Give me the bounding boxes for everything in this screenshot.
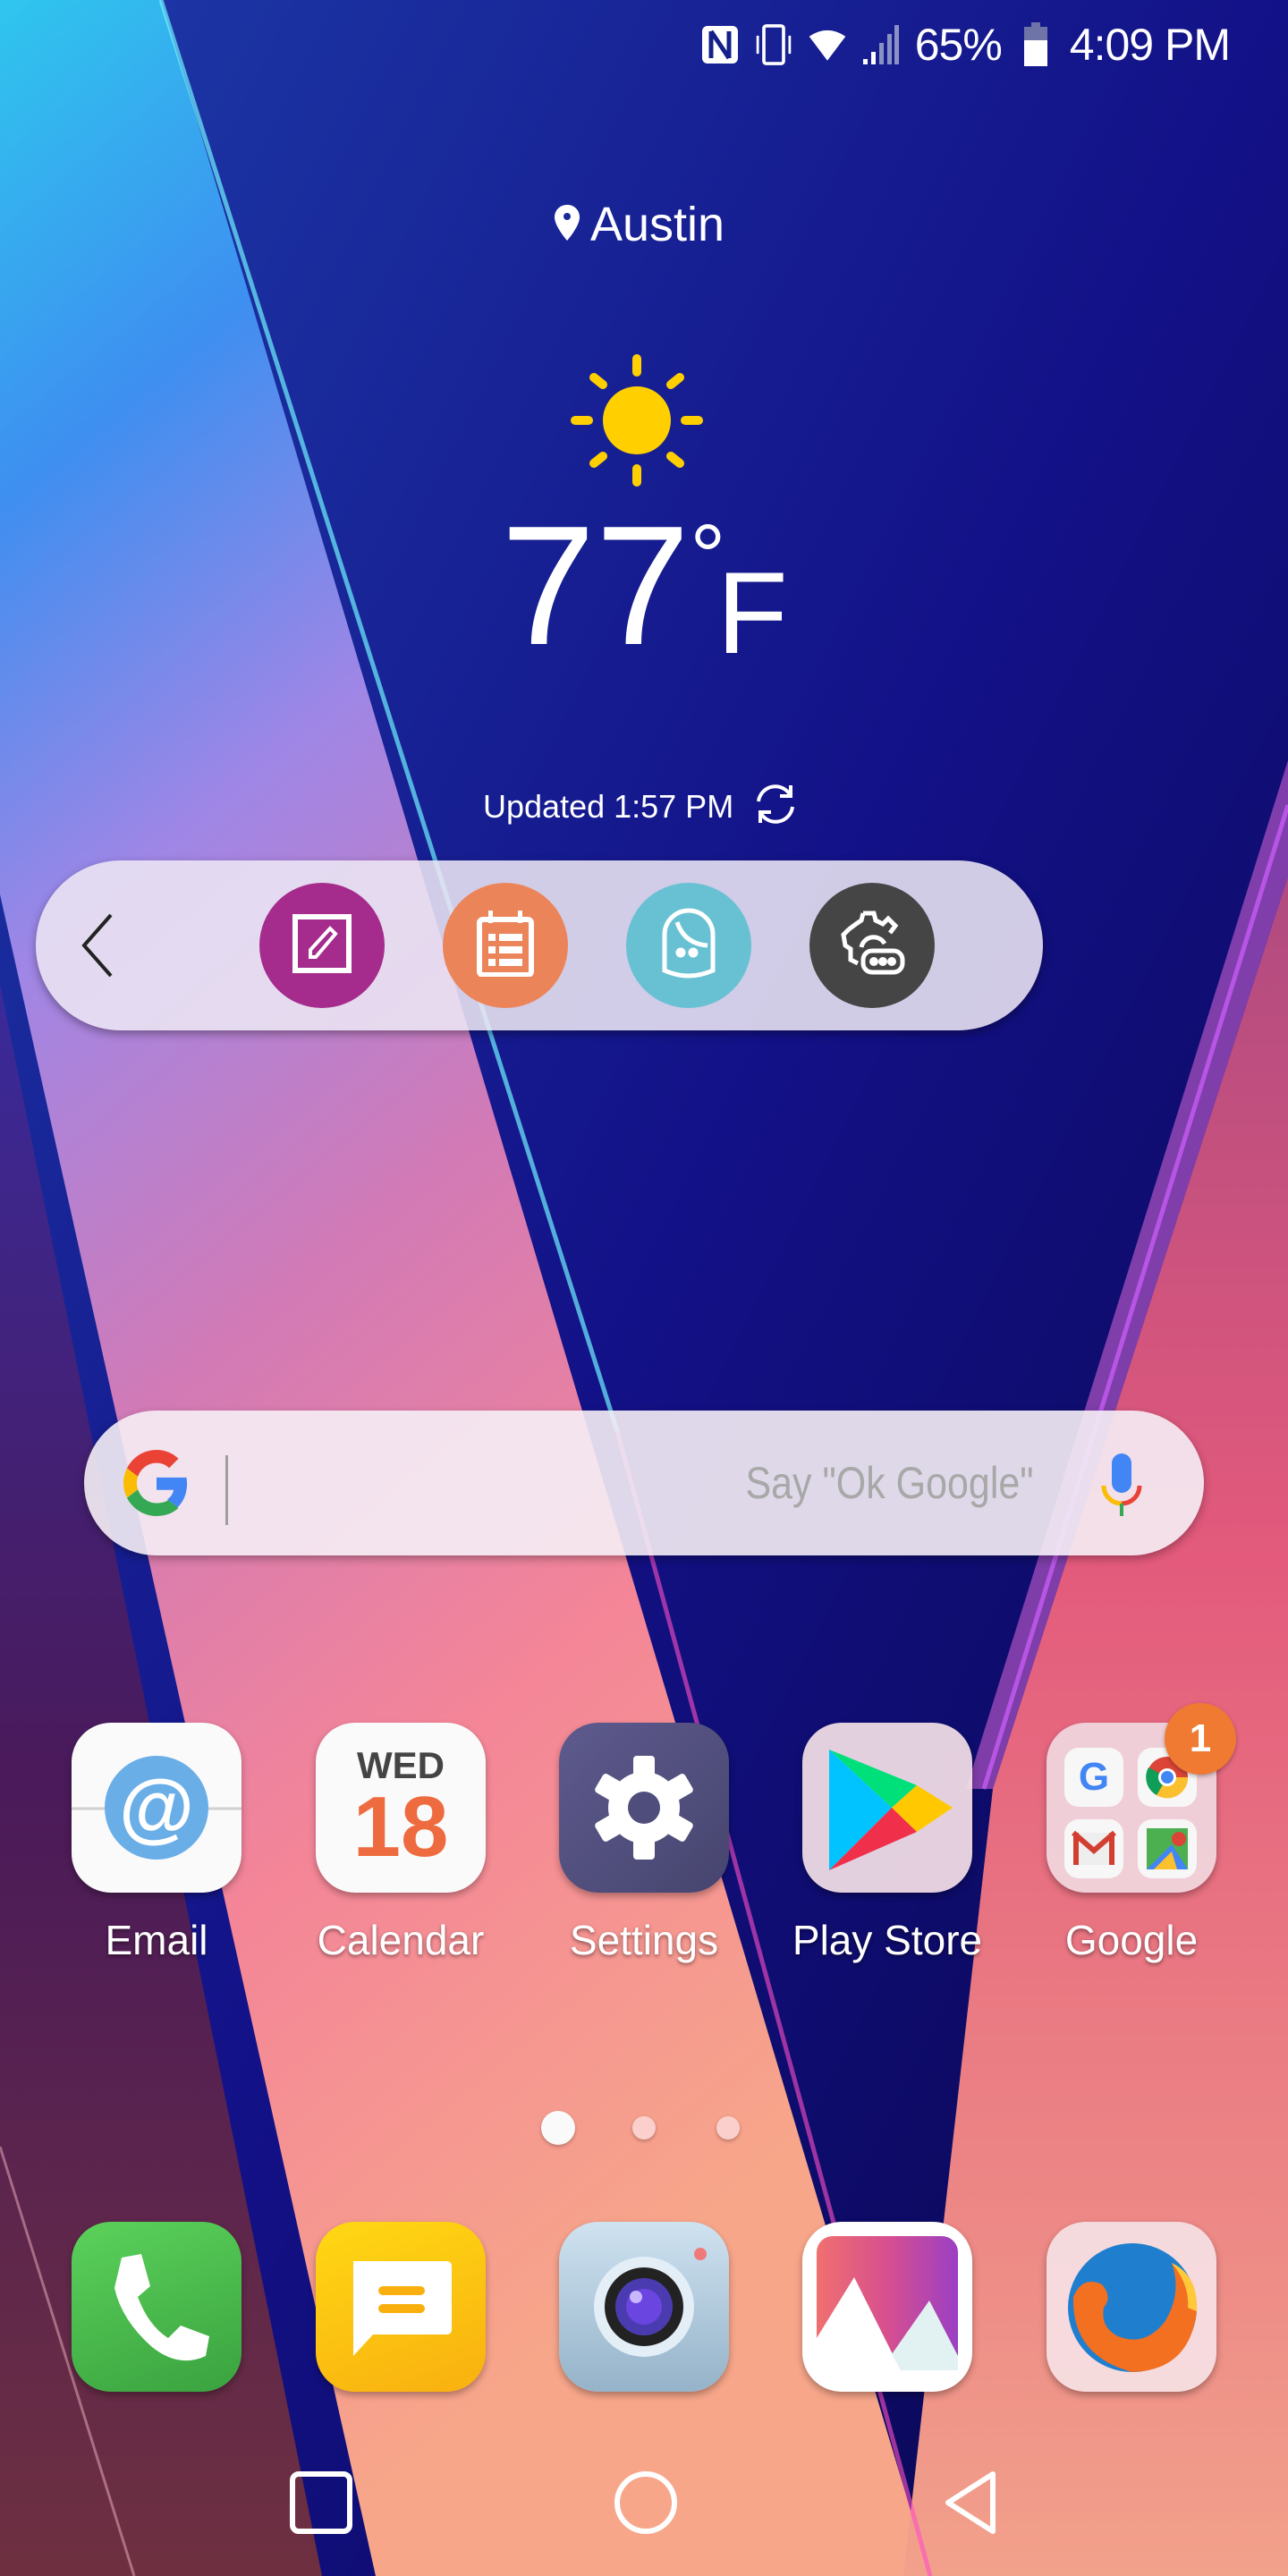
page-dot-active[interactable] [541, 2111, 575, 2145]
page-dot[interactable] [632, 2116, 656, 2140]
status-bar: 65% 4:09 PM [626, 0, 1288, 89]
floating-bar [36, 860, 1043, 1030]
nfc-icon [700, 23, 740, 66]
text-cursor [225, 1455, 228, 1525]
back-button[interactable] [917, 2451, 1024, 2558]
app-email[interactable]: @ Email [72, 1723, 242, 1964]
app-label: Google [1064, 1917, 1199, 1963]
gear-keyboard-icon [836, 908, 908, 984]
svg-text:@: @ [119, 1765, 194, 1851]
app-label: Settings [569, 1917, 719, 1963]
quick-memo-button[interactable] [259, 883, 385, 1008]
quick-settings-button[interactable] [809, 883, 935, 1008]
dock-gallery[interactable] [802, 2222, 972, 2392]
google-icon: G [1064, 1748, 1123, 1807]
location-name: Austin [590, 198, 725, 251]
refresh-icon[interactable] [751, 780, 800, 833]
temperature-value: 77 [501, 491, 691, 681]
home-button[interactable] [592, 2451, 699, 2558]
cell-signal-icon [861, 23, 901, 66]
calendar-list-icon [476, 910, 535, 981]
google-folder-icon: G 1 [1046, 1703, 1236, 1893]
message-icon [316, 2222, 486, 2392]
updated-time: Updated 1:57 PM [483, 787, 734, 825]
updated-row: Updated 1:57 PM [483, 780, 800, 833]
quick-tasks-button[interactable] [443, 883, 568, 1008]
app-label: Calendar [317, 1917, 485, 1963]
notification-badge: 1 [1165, 1703, 1236, 1775]
face-icon [657, 908, 720, 984]
edit-note-icon [291, 912, 353, 979]
camera-icon [559, 2222, 729, 2392]
dock-firefox[interactable] [1046, 2222, 1216, 2392]
google-g-icon[interactable] [123, 1450, 190, 1516]
calendar-date: 18 [352, 1779, 449, 1875]
dock-messages[interactable] [316, 2222, 486, 2392]
maps-icon [1138, 1819, 1197, 1878]
gallery-icon [802, 2222, 972, 2392]
email-at-icon: @ [72, 1723, 242, 1893]
app-calendar[interactable]: WED 18 Calendar [316, 1723, 486, 1964]
chevron-left-icon[interactable] [72, 910, 125, 981]
phone-icon [72, 2222, 242, 2392]
wifi-icon [808, 23, 847, 66]
dock-camera[interactable] [559, 2222, 729, 2392]
temperature: 77 ° F [501, 501, 788, 671]
battery-icon [1016, 22, 1055, 66]
back-icon [941, 2469, 1000, 2541]
firefox-icon [1046, 2222, 1216, 2392]
dock-phone[interactable] [72, 2222, 242, 2392]
clock: 4:09 PM [1069, 20, 1231, 70]
sun-icon [571, 354, 703, 487]
app-label: Play Store [792, 1917, 983, 1963]
location-pin-icon [555, 204, 580, 245]
gmail-icon [1064, 1819, 1123, 1878]
home-icon [614, 2470, 678, 2539]
mic-icon[interactable] [1097, 1450, 1147, 1521]
navigation-bar [0, 2451, 1288, 2558]
search-placeholder[interactable]: Say "Ok Google" [746, 1457, 1034, 1509]
recents-button[interactable] [267, 2451, 375, 2558]
app-google-folder[interactable]: G 1 Google [1046, 1703, 1236, 1964]
app-label: Email [105, 1917, 208, 1963]
google-search-bar[interactable]: Say "Ok Google" [84, 1411, 1204, 1555]
temperature-unit: F [716, 547, 788, 678]
quick-face-button[interactable] [626, 883, 751, 1008]
location[interactable]: Austin [555, 197, 724, 252]
app-settings[interactable]: Settings [559, 1723, 729, 1964]
gear-icon [559, 1723, 729, 1893]
calendar-icon: WED 18 [316, 1723, 486, 1893]
recents-icon [290, 2470, 352, 2538]
vibrate-icon [754, 23, 793, 66]
play-store-icon [802, 1723, 972, 1893]
battery-percent: 65% [914, 20, 1003, 70]
app-play-store[interactable]: Play Store [792, 1723, 982, 1964]
page-dot[interactable] [716, 2116, 740, 2140]
